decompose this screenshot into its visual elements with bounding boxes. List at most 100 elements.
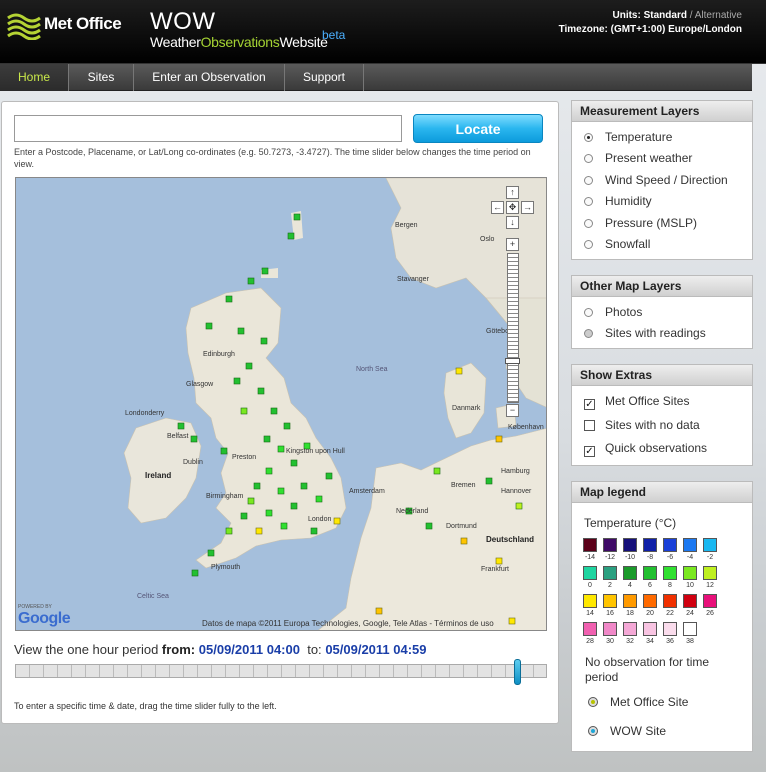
obs-marker[interactable] (255, 527, 263, 535)
obs-marker[interactable] (375, 607, 383, 615)
radio-icon[interactable] (584, 154, 593, 163)
layer-pressure[interactable]: Pressure (MSLP) (584, 216, 697, 230)
timezone-label[interactable]: Timezone: (GMT+1:00) Europe/London (559, 24, 742, 35)
radio-icon[interactable] (584, 197, 593, 206)
temperature-swatch-label: 28 (586, 638, 594, 645)
obs-marker[interactable] (260, 337, 268, 345)
obs-marker[interactable] (325, 472, 333, 480)
obs-marker[interactable] (261, 267, 269, 275)
obs-marker[interactable] (257, 387, 265, 395)
layer-snowfall[interactable]: Snowfall (584, 237, 650, 251)
obs-marker[interactable] (333, 517, 341, 525)
radio-selected-icon[interactable] (584, 133, 593, 142)
obs-marker[interactable] (280, 522, 288, 530)
radio-icon[interactable] (584, 176, 593, 185)
obs-marker[interactable] (247, 497, 255, 505)
land-continent (318, 428, 546, 630)
radio-disabled-icon[interactable] (584, 329, 593, 338)
land-denmark (443, 362, 487, 439)
nav-support[interactable]: Support (285, 64, 364, 91)
obs-marker[interactable] (455, 367, 463, 375)
pan-right-icon[interactable]: → (521, 201, 534, 214)
radio-icon[interactable] (584, 308, 593, 317)
layer-sites-with-readings[interactable]: Sites with readings (584, 326, 706, 340)
obs-marker[interactable] (433, 467, 441, 475)
obs-marker[interactable] (220, 447, 228, 455)
obs-marker[interactable] (177, 422, 185, 430)
radio-icon[interactable] (584, 219, 593, 228)
obs-marker[interactable] (283, 422, 291, 430)
obs-marker[interactable] (300, 482, 308, 490)
obs-marker[interactable] (265, 467, 273, 475)
obs-marker[interactable] (290, 502, 298, 510)
obs-marker[interactable] (508, 617, 516, 625)
obs-marker[interactable] (205, 322, 213, 330)
units-alternative[interactable]: Alternative (695, 10, 742, 21)
observation-map[interactable]: Bergen Oslo Stavanger Göteborg North Sea… (15, 177, 547, 631)
obs-marker[interactable] (191, 569, 199, 577)
obs-marker[interactable] (240, 512, 248, 520)
pan-left-icon[interactable]: ← (491, 201, 504, 214)
obs-marker[interactable] (233, 377, 241, 385)
layer-present-weather[interactable]: Present weather (584, 151, 692, 165)
pan-down-icon[interactable]: ↓ (506, 216, 519, 229)
zoom-slider-track[interactable] (507, 253, 519, 403)
obs-marker[interactable] (190, 435, 198, 443)
obs-marker[interactable] (270, 407, 278, 415)
google-logo[interactable]: POWERED BY Google (18, 604, 71, 628)
obs-marker[interactable] (315, 495, 323, 503)
layer-temperature[interactable]: Temperature (584, 130, 672, 144)
obs-marker[interactable] (245, 362, 253, 370)
layer-wind[interactable]: Wind Speed / Direction (584, 173, 728, 187)
obs-marker[interactable] (225, 527, 233, 535)
layer-photos[interactable]: Photos (584, 305, 642, 319)
time-slider-handle[interactable] (513, 659, 521, 685)
obs-marker[interactable] (240, 407, 248, 415)
obs-marker[interactable] (515, 502, 523, 510)
nav-enter-observation[interactable]: Enter an Observation (134, 64, 285, 91)
temperature-swatch (603, 622, 617, 636)
obs-marker[interactable] (495, 557, 503, 565)
obs-marker[interactable] (290, 459, 298, 467)
obs-marker[interactable] (277, 487, 285, 495)
obs-marker[interactable] (265, 509, 273, 517)
extra-quick-observations[interactable]: ✓ Quick observations (584, 441, 707, 457)
obs-marker[interactable] (247, 277, 255, 285)
map-label-bremen: Bremen (451, 482, 476, 489)
obs-marker[interactable] (293, 213, 301, 221)
obs-marker[interactable] (495, 435, 503, 443)
obs-marker[interactable] (287, 232, 295, 240)
zoom-out-icon[interactable]: − (506, 404, 519, 417)
zoom-in-icon[interactable]: + (506, 238, 519, 251)
obs-marker[interactable] (425, 522, 433, 530)
map-attribution[interactable]: Datos de mapa ©2011 Europa Technologies,… (202, 619, 494, 628)
location-search-input[interactable] (14, 115, 402, 142)
obs-marker[interactable] (485, 477, 493, 485)
checkbox-checked-icon[interactable]: ✓ (584, 399, 595, 410)
units-standard[interactable]: Standard (644, 10, 687, 21)
obs-marker[interactable] (237, 327, 245, 335)
checkbox-checked-icon[interactable]: ✓ (584, 446, 595, 457)
nav-home[interactable]: Home (0, 64, 69, 91)
extra-met-office-sites[interactable]: ✓ Met Office Sites (584, 394, 689, 410)
obs-marker[interactable] (207, 549, 215, 557)
locate-button[interactable]: Locate (413, 114, 543, 143)
obs-marker[interactable] (225, 295, 233, 303)
extra-sites-no-data[interactable]: Sites with no data (584, 418, 700, 432)
obs-marker[interactable] (310, 527, 318, 535)
obs-marker[interactable] (253, 482, 261, 490)
time-slider-track[interactable] (15, 664, 547, 678)
pan-up-icon[interactable]: ↑ (506, 186, 519, 199)
nav-sites[interactable]: Sites (69, 64, 134, 91)
radio-icon[interactable] (584, 240, 593, 249)
layer-humidity[interactable]: Humidity (584, 194, 652, 208)
obs-marker[interactable] (277, 445, 285, 453)
temperature-swatch-label: -14 (584, 554, 596, 561)
zoom-slider-thumb[interactable] (505, 358, 520, 364)
temperature-swatch (643, 538, 657, 552)
pan-center-icon[interactable]: ✥ (506, 201, 519, 214)
temperature-swatch (603, 566, 617, 580)
obs-marker[interactable] (263, 435, 271, 443)
checkbox-icon[interactable] (584, 420, 595, 431)
obs-marker[interactable] (460, 537, 468, 545)
